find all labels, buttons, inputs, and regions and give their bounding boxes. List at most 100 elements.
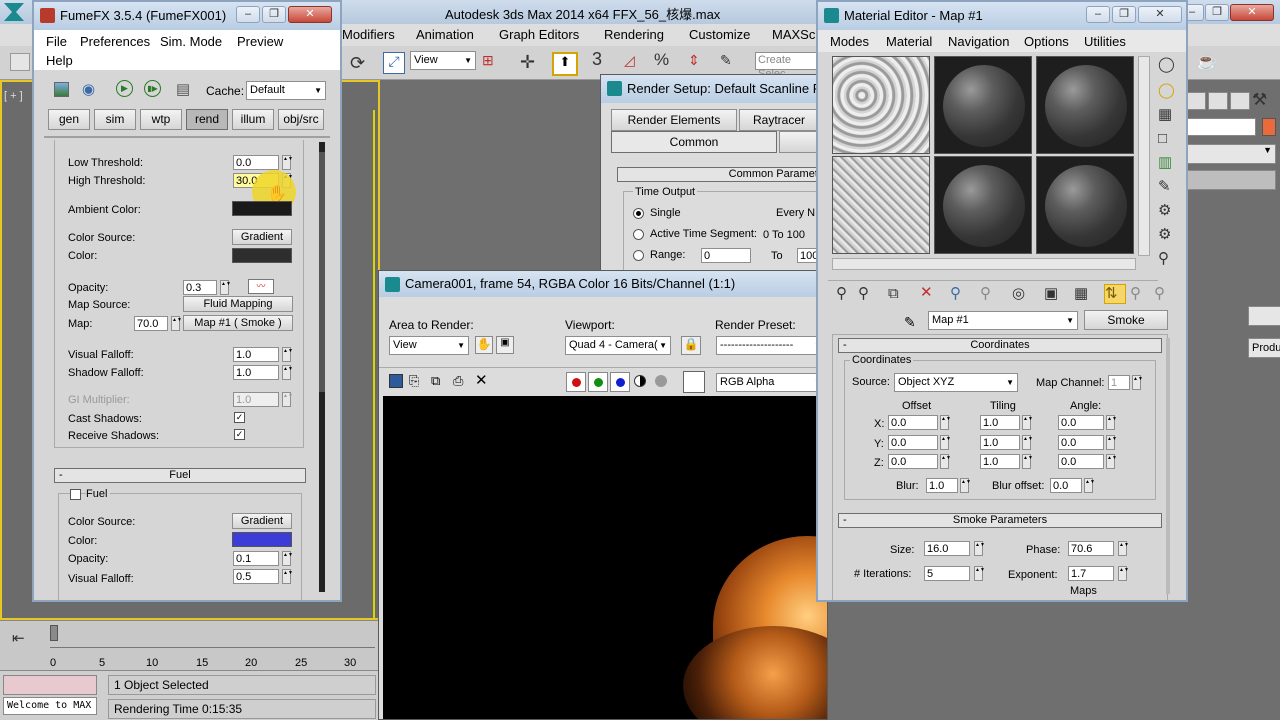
shadow-falloff-spinner[interactable]: ▲▼ bbox=[282, 365, 293, 380]
sample-slot-6[interactable] bbox=[1036, 156, 1134, 254]
tab-common[interactable]: Common bbox=[611, 131, 777, 153]
angle-z-field[interactable]: 0.0 bbox=[1058, 454, 1104, 469]
pivot-icon[interactable]: ⊞ bbox=[482, 52, 506, 74]
make-preview-icon[interactable]: ✎ bbox=[1158, 178, 1171, 196]
tiling-y-field[interactable]: 1.0 bbox=[980, 435, 1020, 450]
fuel-opacity-field[interactable]: 0.1 bbox=[233, 551, 279, 566]
put-to-scene-icon[interactable]: ⚲ bbox=[858, 285, 869, 303]
common-parameters-header[interactable]: Common Paramete bbox=[617, 167, 829, 182]
cache-files-icon[interactable]: ▤ bbox=[176, 80, 190, 98]
tiling-z-spinner[interactable]: ▲▼ bbox=[1022, 454, 1033, 469]
green-channel-button[interactable] bbox=[588, 372, 608, 392]
offset-x-field[interactable]: 0.0 bbox=[888, 415, 938, 430]
fuel-checkbox[interactable] bbox=[70, 489, 81, 500]
go-forward-sibling-icon[interactable]: ⚲ bbox=[1130, 285, 1141, 303]
phase-spinner[interactable]: ▲▼ bbox=[1118, 541, 1129, 556]
tab-wtp[interactable]: wtp bbox=[140, 109, 182, 130]
fumefx-scrollbar-thumb[interactable] bbox=[319, 152, 325, 392]
print-image-icon[interactable]: ⎙ bbox=[453, 373, 463, 389]
clear-image-icon[interactable]: ✕ bbox=[475, 371, 488, 389]
reference-coord-select[interactable]: View ▼ bbox=[410, 51, 476, 70]
area-to-render-select[interactable]: View ▼ bbox=[389, 336, 469, 355]
copy-image-icon[interactable]: ⎘ bbox=[409, 373, 419, 389]
red-channel-button[interactable] bbox=[566, 372, 586, 392]
tab-sim[interactable]: sim bbox=[94, 109, 136, 130]
mat-close-button[interactable]: ✕ bbox=[1138, 6, 1182, 23]
mat-restore-button[interactable]: ❐ bbox=[1112, 6, 1136, 23]
tab-gen[interactable]: gen bbox=[48, 109, 90, 130]
motion-panel-icon[interactable] bbox=[1230, 92, 1250, 110]
named-selection-icon[interactable]: ✎ bbox=[720, 52, 732, 69]
tiling-z-field[interactable]: 1.0 bbox=[980, 454, 1020, 469]
sample-slot-4[interactable] bbox=[832, 156, 930, 254]
clone-window-icon[interactable]: ⧉ bbox=[431, 373, 440, 389]
select-link-icon[interactable] bbox=[10, 53, 30, 71]
lock-viewport-icon[interactable]: 🔒 bbox=[681, 336, 701, 355]
single-radio[interactable] bbox=[633, 208, 644, 219]
spinner-snap-icon[interactable]: ⇕ bbox=[688, 52, 700, 69]
exponent-field[interactable]: 1.7 bbox=[1068, 566, 1114, 581]
sample-slot-2[interactable] bbox=[934, 56, 1032, 154]
offset-z-spinner[interactable]: ▲▼ bbox=[940, 454, 951, 469]
assign-to-selection-icon[interactable]: ⧉ bbox=[888, 285, 899, 303]
sample-slot-1[interactable] bbox=[832, 56, 930, 154]
maxscript-mini-listener[interactable]: Welcome to MAX bbox=[3, 697, 97, 715]
rotate-icon[interactable]: ⟳ bbox=[350, 53, 365, 74]
mat-menu-navigation[interactable]: Navigation bbox=[948, 34, 1009, 49]
range-radio[interactable] bbox=[633, 250, 644, 261]
hierarchy-panel-icon[interactable] bbox=[1208, 92, 1228, 110]
put-to-library-icon[interactable]: ⚲ bbox=[980, 285, 991, 303]
active-segment-radio[interactable] bbox=[633, 229, 644, 240]
ambient-color-swatch[interactable] bbox=[232, 201, 292, 216]
show-image-icon[interactable] bbox=[54, 82, 69, 97]
max-restore-button[interactable]: ❐ bbox=[1205, 4, 1229, 21]
backlight-icon[interactable]: ◯ bbox=[1158, 82, 1175, 100]
blur-offset-spinner[interactable]: ▲▼ bbox=[1084, 478, 1095, 493]
map-channel-spinner[interactable]: ▲▼ bbox=[1132, 375, 1143, 390]
angle-z-spinner[interactable]: ▲▼ bbox=[1106, 454, 1117, 469]
alpha-channel-button[interactable] bbox=[634, 375, 646, 387]
visual-falloff-field[interactable]: 1.0 bbox=[233, 347, 279, 362]
show-shaded-material-icon[interactable]: ▣ bbox=[1044, 285, 1058, 303]
map-source-button[interactable]: Fluid Mapping bbox=[183, 296, 293, 312]
fumefx-close-button[interactable]: ✕ bbox=[288, 6, 332, 23]
fumefx-minimize-button[interactable]: ‒ bbox=[236, 6, 260, 23]
exponent-spinner[interactable]: ▲▼ bbox=[1118, 566, 1129, 581]
cast-shadows-checkbox[interactable]: ✓ bbox=[234, 412, 245, 423]
fumefx-menu-help[interactable]: Help bbox=[46, 53, 73, 68]
opacity-spinner[interactable]: ▲▼ bbox=[220, 280, 231, 295]
tab-illum[interactable]: illum bbox=[232, 109, 274, 130]
map-amount-field[interactable]: 70.0 bbox=[134, 316, 168, 331]
angle-x-field[interactable]: 0.0 bbox=[1058, 415, 1104, 430]
get-material-icon[interactable]: ⚲ bbox=[836, 285, 847, 303]
map-channel-field[interactable]: 1 bbox=[1108, 375, 1130, 390]
modifier-stack[interactable] bbox=[1186, 170, 1276, 190]
render-setup-titlebar[interactable]: Render Setup: Default Scanline R bbox=[601, 75, 829, 103]
cache-select[interactable]: Default ▼ bbox=[246, 81, 326, 100]
map-slot-button[interactable]: Map #1 ( Smoke ) bbox=[183, 315, 293, 331]
iterations-spinner[interactable]: ▲▼ bbox=[974, 566, 985, 581]
material-id-channel-icon[interactable]: ◎ bbox=[1012, 285, 1025, 303]
tiling-y-spinner[interactable]: ▲▼ bbox=[1022, 435, 1033, 450]
menu-customize[interactable]: Customize bbox=[689, 27, 750, 42]
make-unique-icon[interactable]: ⚲ bbox=[950, 285, 961, 303]
modify-panel-icon[interactable] bbox=[1186, 92, 1206, 110]
frame-titlebar[interactable]: Camera001, frame 54, RGBA Color 16 Bits/… bbox=[379, 271, 827, 297]
blue-channel-button[interactable] bbox=[610, 372, 630, 392]
angle-y-field[interactable]: 0.0 bbox=[1058, 435, 1104, 450]
size-spinner[interactable]: ▲▼ bbox=[974, 541, 985, 556]
background-checker-icon[interactable]: ▦ bbox=[1158, 106, 1172, 124]
fumefx-menu-preview[interactable]: Preview bbox=[237, 34, 283, 49]
modifier-list[interactable]: ▼ bbox=[1186, 144, 1276, 164]
tiling-x-spinner[interactable]: ▲▼ bbox=[1022, 415, 1033, 430]
angle-x-spinner[interactable]: ▲▼ bbox=[1106, 415, 1117, 430]
produce-button[interactable]: Produc bbox=[1248, 338, 1280, 358]
mat-params-scrollbar[interactable] bbox=[1166, 338, 1170, 594]
menu-graph-editors[interactable]: Graph Editors bbox=[499, 27, 579, 42]
tab-render-elements[interactable]: Render Elements bbox=[611, 109, 737, 131]
map-amount-spinner[interactable]: ▲▼ bbox=[171, 316, 182, 331]
continue-simulation-icon[interactable]: ▮▶ bbox=[144, 80, 161, 97]
tiling-x-field[interactable]: 1.0 bbox=[980, 415, 1020, 430]
material-map-navigator-icon[interactable]: ⚲ bbox=[1158, 250, 1169, 268]
visual-falloff-spinner[interactable]: ▲▼ bbox=[282, 347, 293, 362]
